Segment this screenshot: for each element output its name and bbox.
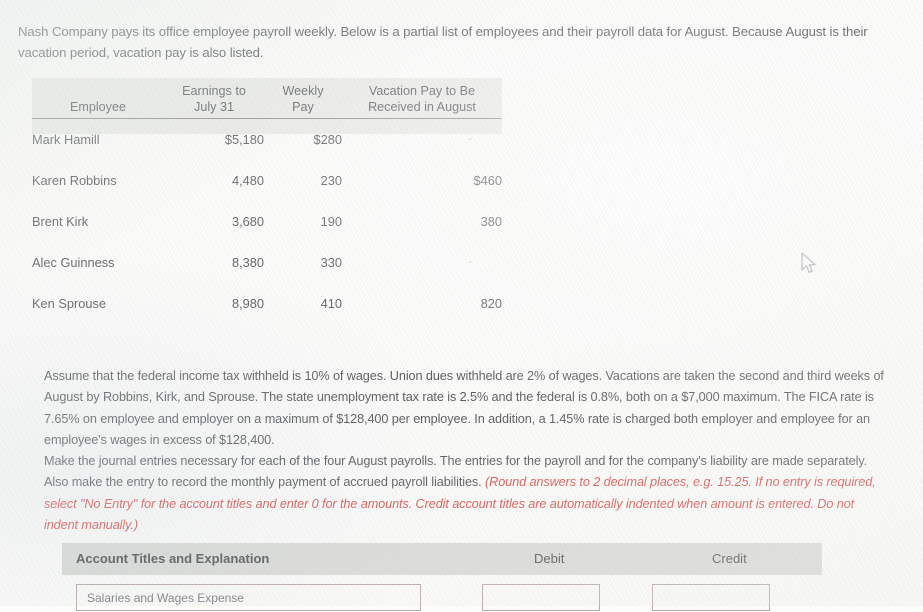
credit-amount-input[interactable]	[652, 584, 770, 611]
cell-weekly-pay: 330	[320, 255, 342, 270]
cell-vacation-pay: $460	[473, 173, 502, 188]
intro-paragraph: Nash Company pays its office employee pa…	[18, 24, 868, 61]
column-header-employee: Employee	[32, 78, 164, 119]
journal-header-row: Account Titles and Explanation Debit Cre…	[62, 543, 822, 575]
table-row: Karen Robbins 4,480 230 $460	[32, 160, 502, 201]
col-week-bottom: Pay	[292, 100, 314, 114]
cell-employee: Mark Hamill	[32, 132, 100, 147]
table-row: Alec Guinness 8,380 330 -	[32, 242, 502, 283]
journal-entry-row: Salaries and Wages Expense	[62, 584, 892, 612]
cell-employee: Ken Sprouse	[32, 296, 106, 311]
cell-earnings-to-july-31: 3,680	[231, 214, 264, 229]
table-header-row: Employee Earnings to July 31 Weekly Pay …	[32, 78, 502, 119]
cell-earnings-to-july-31: 8,980	[231, 296, 264, 311]
mouse-cursor-icon	[800, 252, 820, 276]
journal-entry-form: Account Titles and Explanation Debit Cre…	[62, 543, 892, 612]
cell-employee: Karen Robbins	[32, 173, 117, 188]
debit-amount-input[interactable]	[482, 584, 600, 611]
column-header-earnings: Earnings to July 31	[164, 78, 264, 119]
col-earn-top: Earnings to	[182, 84, 246, 98]
cell-vacation-pay: -	[468, 133, 472, 145]
col-emp-bottom: Employee	[69, 100, 126, 114]
cell-weekly-pay: $280	[313, 132, 342, 147]
col-vac-top: Vacation Pay to Be	[368, 84, 476, 98]
assumptions-paragraph: Assume that the federal income tax withh…	[44, 368, 884, 448]
table-body: Mark Hamill $5,180 $280 - Karen Robbins 4,480…	[32, 119, 502, 325]
cell-employee: Brent Kirk	[32, 214, 89, 229]
table-row: Brent Kirk 3,680 190 380	[32, 201, 502, 242]
instructions-paragraph: Make the journal entries necessary for e…	[44, 451, 889, 537]
table-row: Mark Hamill $5,180 $280 -	[32, 119, 502, 161]
cell-weekly-pay: 410	[320, 296, 342, 311]
column-header-weekly-pay: Weekly Pay	[264, 78, 342, 119]
journal-header-debit: Debit	[534, 551, 565, 566]
col-vac-bottom: Received in August	[368, 100, 476, 114]
cell-vacation-pay: 380	[480, 214, 502, 229]
column-header-vacation-pay: Vacation Pay to Be Received in August	[342, 78, 502, 119]
table-row: Ken Sprouse 8,980 410 820	[32, 283, 502, 324]
journal-header-account: Account Titles and Explanation	[76, 551, 270, 566]
payroll-data-table: Employee Earnings to July 31 Weekly Pay …	[32, 78, 502, 324]
cell-earnings-to-july-31: $5,180	[224, 132, 264, 147]
cell-employee: Alec Guinness	[32, 255, 115, 270]
cell-vacation-pay: 820	[480, 296, 502, 311]
cell-weekly-pay: 230	[320, 173, 342, 188]
journal-header-credit: Credit	[712, 551, 747, 566]
cell-vacation-pay: -	[468, 256, 472, 268]
account-title-select[interactable]: Salaries and Wages Expense	[76, 584, 421, 611]
col-week-top: Weekly	[282, 84, 324, 98]
worksheet-page: Nash Company pays its office employee pa…	[0, 0, 923, 611]
cell-earnings-to-july-31: 8,380	[231, 255, 264, 270]
col-earn-bottom: July 31	[194, 100, 234, 114]
cell-weekly-pay: 190	[320, 214, 342, 229]
cell-earnings-to-july-31: 4,480	[231, 173, 264, 188]
